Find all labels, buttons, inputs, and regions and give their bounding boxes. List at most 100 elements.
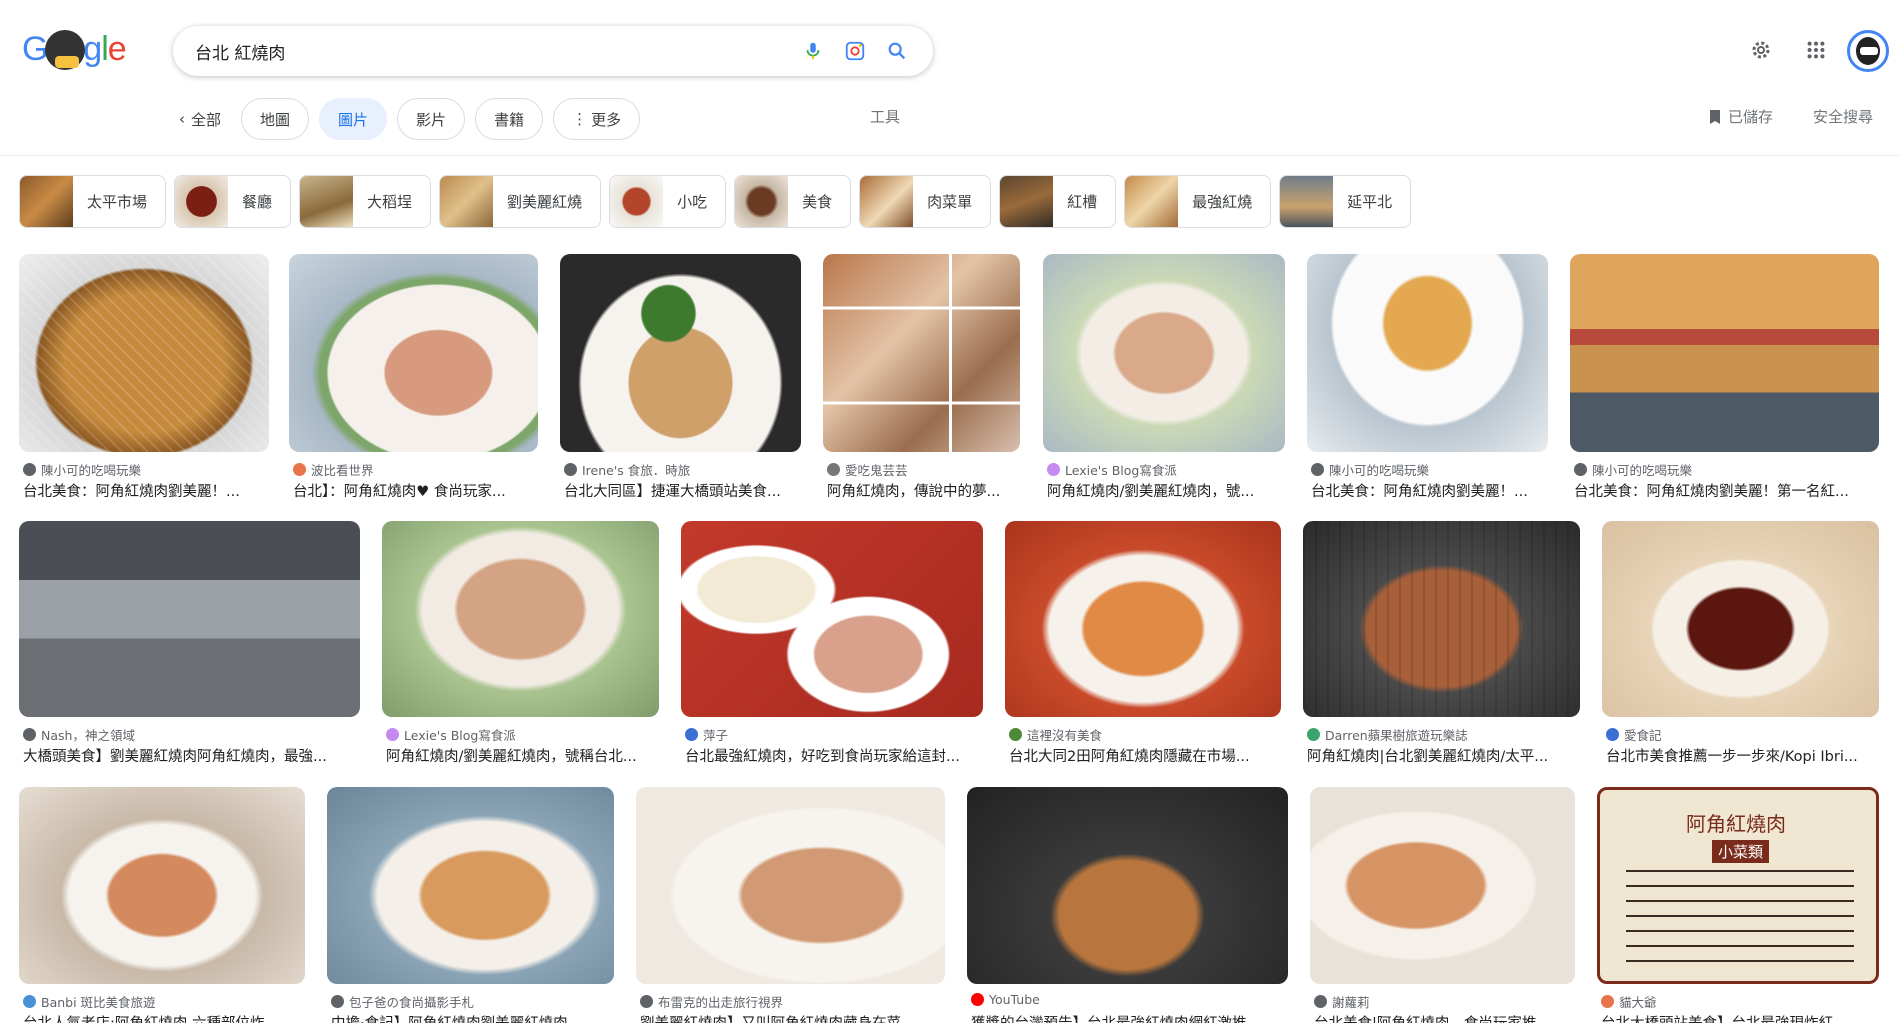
chevron-left-icon: ‹ <box>179 110 185 128</box>
source-favicon-icon <box>1047 463 1060 476</box>
related-chip[interactable]: 餐廳 <box>174 175 292 228</box>
result-title[interactable]: 台北美食|阿角紅燒肉，食尚玩家推... <box>1314 1012 1579 1023</box>
mic-icon[interactable] <box>801 39 825 63</box>
result-title[interactable]: 台北】：阿角紅燒肉♥ 食尚玩家... <box>293 480 542 501</box>
avatar[interactable] <box>1847 30 1889 72</box>
result-image <box>560 254 801 452</box>
related-chip[interactable]: 肉菜單 <box>859 175 992 228</box>
tab-images[interactable]: 圖片 <box>319 98 388 140</box>
result-title[interactable]: 台北最強紅燒肉，好吃到食尚玩家給這封... <box>685 745 987 766</box>
result-image <box>823 254 1020 452</box>
search-icon[interactable] <box>885 39 909 63</box>
chip-thumbnail <box>1280 176 1334 227</box>
search-tabs: ‹ 全部 地圖 圖片 影片 書籍 ⋮ 更多 <box>175 96 641 142</box>
source-label: 萍子 <box>703 728 729 743</box>
tab-more[interactable]: ⋮ 更多 <box>553 98 641 140</box>
chip-label: 餐廳 <box>242 193 273 211</box>
more-vert-icon: ⋮ <box>572 110 588 128</box>
result-image <box>1307 254 1548 452</box>
safesearch-button[interactable]: 安全搜尋 <box>1813 106 1873 127</box>
source-favicon-icon <box>1574 463 1587 476</box>
chip-thumbnail <box>1125 176 1179 227</box>
result-title[interactable]: 台北美食：阿角紅燒肉劉美麗！第一名紅... <box>1574 480 1883 501</box>
result-title[interactable]: 台北人氣老店:阿角紅燒肉 六種部位炸... <box>23 1012 309 1023</box>
result-source: 包子爸の食尚攝影手札 <box>331 992 474 1011</box>
result-source: Darren蘋果樹旅遊玩樂誌 <box>1307 725 1468 744</box>
result-title[interactable]: 中擔·食記】阿角紅燒肉劉美麗紅燒肉... <box>331 1012 618 1023</box>
related-chip[interactable]: 延平北 <box>1279 175 1412 228</box>
result-image <box>967 787 1288 984</box>
tab-label: 圖片 <box>338 110 369 129</box>
result-source: Banbi 斑比美食旅遊 <box>23 992 156 1011</box>
result-image <box>289 254 538 452</box>
result-source: Lexie's Blog寫食派 <box>386 725 516 744</box>
source-favicon-icon <box>23 995 36 1008</box>
tools-button[interactable]: 工具 <box>870 106 900 127</box>
result-image <box>19 787 305 984</box>
chip-label: 美食 <box>802 193 833 211</box>
source-favicon-icon <box>640 995 653 1008</box>
result-title[interactable]: 阿角紅燒肉/劉美麗紅燒肉，號稱台北... <box>386 745 663 766</box>
chip-thumbnail <box>860 176 914 227</box>
source-favicon-icon <box>827 463 840 476</box>
search-input[interactable] <box>195 38 755 64</box>
source-favicon-icon <box>386 728 399 741</box>
source-favicon-icon <box>331 995 344 1008</box>
result-source: 陳小可的吃喝玩樂 <box>1311 460 1429 479</box>
tab-label: 書籍 <box>494 110 525 129</box>
result-image <box>1570 254 1879 452</box>
tab-label: 地圖 <box>260 110 291 129</box>
result-title[interactable]: 台北市美食推薦一步一步來/Kopi Ibri... <box>1606 745 1883 766</box>
related-chip[interactable]: 太平市場 <box>19 175 167 228</box>
result-title[interactable]: 台北大橋頭站美食】台北最強現炸紅... <box>1601 1012 1883 1023</box>
source-label: 貓大爺 <box>1619 995 1657 1010</box>
result-title[interactable]: 阿角紅燒肉，傳說中的夢... <box>827 480 1024 501</box>
top-header: Google ‹ 全部 地圖 圖片 影片 書籍 ⋮更多 工具 已儲存 安全 <box>0 0 1899 156</box>
result-image: 阿角紅燒肉 小菜類 <box>1597 787 1879 984</box>
related-chip[interactable]: 小吃 <box>609 175 727 228</box>
result-title[interactable]: 台北美食：阿角紅燒肉劉美麗！... <box>23 480 273 501</box>
chip-thumbnail <box>300 176 354 227</box>
tab-all[interactable]: ‹ 全部 <box>175 98 231 140</box>
result-source: 陳小可的吃喝玩樂 <box>23 460 141 479</box>
result-title[interactable]: 大橋頭美食】劉美麗紅燒肉阿角紅燒肉，最強... <box>23 745 364 766</box>
result-title[interactable]: 台北美食：阿角紅燒肉劉美麗！... <box>1311 480 1552 501</box>
chip-label: 紅槽 <box>1067 193 1098 211</box>
gear-icon[interactable] <box>1747 36 1775 64</box>
source-label: 愛食記 <box>1624 728 1662 743</box>
camera-lens-icon[interactable] <box>843 39 867 63</box>
tab-label: 更多 <box>591 110 622 129</box>
result-title[interactable]: 阿角紅燒肉/劉美麗紅燒肉，號... <box>1047 480 1289 501</box>
tab-label: 影片 <box>416 110 447 129</box>
result-title[interactable]: 台北大同區】捷運大橋頭站美食... <box>564 480 805 501</box>
related-chip[interactable]: 美食 <box>734 175 852 228</box>
result-source: 謝蘿莉 <box>1314 992 1370 1011</box>
chip-label: 太平市場 <box>87 193 148 211</box>
source-label: Banbi 斑比美食旅遊 <box>41 995 156 1010</box>
result-source: 萍子 <box>685 725 728 744</box>
source-label: 波比看世界 <box>311 463 374 478</box>
result-title[interactable]: 台北大同2田阿角紅燒肉隱藏在市場... <box>1009 745 1285 766</box>
source-label: 謝蘿莉 <box>1332 995 1370 1010</box>
related-chip[interactable]: 最強紅燒 <box>1124 175 1272 228</box>
grid-apps-icon[interactable] <box>1802 36 1830 64</box>
result-title[interactable]: 獲獎的台灣預告】台北最強紅燒肉網紅激推... <box>971 1012 1292 1023</box>
related-chip[interactable]: 劉美麗紅燒 <box>439 175 602 228</box>
result-source: Irene's 食旅．時旅 <box>564 460 690 479</box>
result-title[interactable]: 劉美麗紅燒肉】又叫阿角紅燒肉藏身在菜... <box>640 1012 949 1023</box>
source-label: Lexie's Blog寫食派 <box>1065 463 1177 478</box>
youtube-icon <box>971 993 984 1006</box>
result-title[interactable]: 阿角紅燒肉|台北劉美麗紅燒肉/太平... <box>1307 745 1584 766</box>
tab-maps[interactable]: 地圖 <box>241 98 310 140</box>
related-chip[interactable]: 大稻埕 <box>299 175 432 228</box>
chip-label: 小吃 <box>677 193 708 211</box>
doodle-icon[interactable] <box>45 30 85 70</box>
source-favicon-icon <box>564 463 577 476</box>
tab-videos[interactable]: 影片 <box>397 98 466 140</box>
saved-button[interactable]: 已儲存 <box>1708 106 1773 127</box>
related-chip[interactable]: 紅槽 <box>999 175 1117 228</box>
source-label: 愛吃鬼芸芸 <box>845 463 908 478</box>
source-favicon-icon <box>1606 728 1619 741</box>
result-source: YouTube <box>971 992 1040 1007</box>
tab-books[interactable]: 書籍 <box>475 98 544 140</box>
